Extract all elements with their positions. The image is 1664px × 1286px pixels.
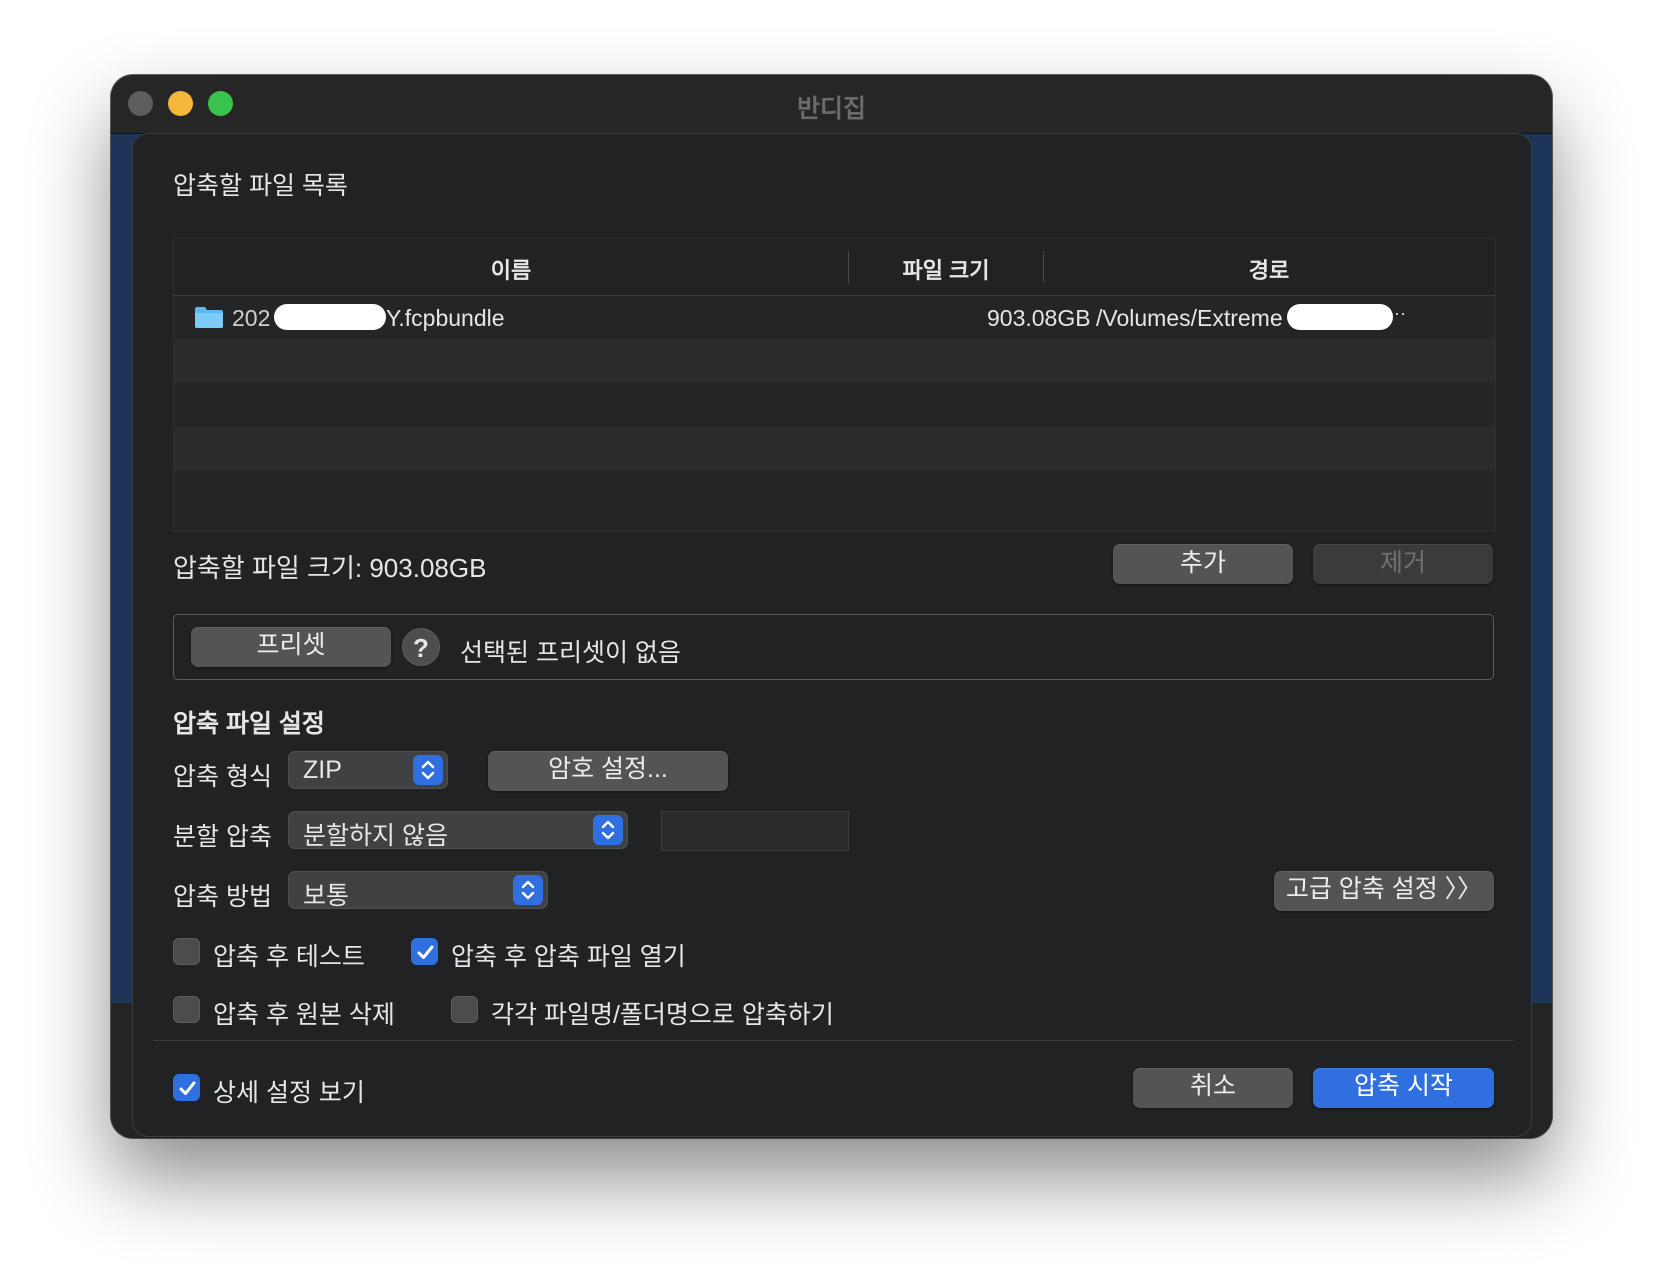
file-list-table[interactable]: 이름 파일 크기 경로 202 Y.fcpbundle 903.08GB /Vo…	[173, 238, 1496, 532]
preset-status: 선택된 프리셋이 없음	[460, 639, 681, 667]
preset-box: 프리셋 ? 선택된 프리셋이 없음	[173, 614, 1494, 680]
password-button[interactable]: 암호 설정...	[488, 751, 728, 791]
empty-row	[174, 471, 1495, 515]
empty-row	[174, 339, 1495, 383]
checkmark-icon	[179, 1081, 196, 1095]
preset-button[interactable]: 프리셋	[191, 627, 391, 667]
format-value: ZIP	[303, 756, 342, 784]
folder-icon	[195, 307, 223, 328]
row-name-prefix: 202	[232, 305, 271, 331]
each-file-checkbox[interactable]	[451, 996, 478, 1023]
window-title: 반디집	[796, 95, 866, 123]
up-down-chevron-icon	[413, 755, 443, 785]
show-details-label[interactable]: 상세 설정 보기	[213, 1073, 365, 1109]
title-bar: 반디집	[111, 75, 1552, 134]
column-header-path[interactable]: 경로	[1044, 253, 1494, 285]
method-value: 보통	[303, 882, 350, 910]
start-compression-button[interactable]: 압축 시작	[1313, 1068, 1494, 1108]
row-size: 903.08GB	[987, 305, 1091, 331]
help-icon[interactable]: ?	[402, 628, 440, 666]
delete-original-label[interactable]: 압축 후 원본 삭제	[213, 995, 395, 1031]
method-select[interactable]: 보통	[288, 871, 548, 910]
compress-sheet: 압축할 파일 목록 이름 파일 크기 경로 202 Y.fcpbundle 90…	[132, 133, 1532, 1137]
delete-original-checkbox[interactable]	[173, 996, 200, 1023]
table-row[interactable]: 202 Y.fcpbundle 903.08GB /Volumes/Extrem…	[174, 295, 1495, 339]
up-down-chevron-icon	[593, 815, 623, 845]
redaction-mark	[1287, 304, 1393, 330]
open-after-label[interactable]: 압축 후 압축 파일 열기	[451, 937, 686, 973]
cancel-button[interactable]: 취소	[1133, 1068, 1293, 1108]
settings-title: 압축 파일 설정	[173, 710, 325, 738]
method-label: 압축 방법	[173, 883, 272, 911]
column-header-size[interactable]: 파일 크기	[849, 253, 1043, 285]
footer-divider	[153, 1040, 1513, 1041]
split-value: 분할하지 않음	[303, 822, 448, 850]
checkmark-icon	[417, 945, 434, 959]
format-label: 압축 형식	[173, 763, 272, 791]
column-header-name[interactable]: 이름	[174, 253, 848, 285]
format-select[interactable]: ZIP	[288, 751, 448, 789]
advanced-settings-button[interactable]: 고급 압축 설정 〉〉	[1274, 871, 1494, 911]
add-button[interactable]: 추가	[1113, 544, 1293, 584]
test-after-label[interactable]: 압축 후 테스트	[213, 937, 365, 973]
up-down-chevron-icon	[513, 875, 543, 905]
file-list-title: 압축할 파일 목록	[173, 172, 348, 200]
split-select[interactable]: 분할하지 않음	[288, 811, 628, 850]
split-size-input[interactable]	[661, 811, 849, 851]
remove-button[interactable]: 제거	[1313, 544, 1493, 584]
total-size-label: 압축할 파일 크기: 903.08GB	[173, 553, 487, 583]
split-label: 분할 압축	[173, 823, 272, 851]
row-name: Y.fcpbundle	[386, 305, 505, 331]
test-after-checkbox[interactable]	[173, 938, 200, 965]
open-after-checkbox[interactable]	[411, 938, 438, 965]
empty-row	[174, 427, 1495, 471]
show-details-checkbox[interactable]	[173, 1074, 200, 1101]
row-path-ellipsis: ··	[1394, 303, 1406, 323]
each-file-label[interactable]: 각각 파일명/폴더명으로 압축하기	[491, 995, 834, 1031]
table-header: 이름 파일 크기 경로	[174, 239, 1495, 296]
empty-row	[174, 383, 1495, 427]
redaction-mark	[274, 304, 386, 330]
